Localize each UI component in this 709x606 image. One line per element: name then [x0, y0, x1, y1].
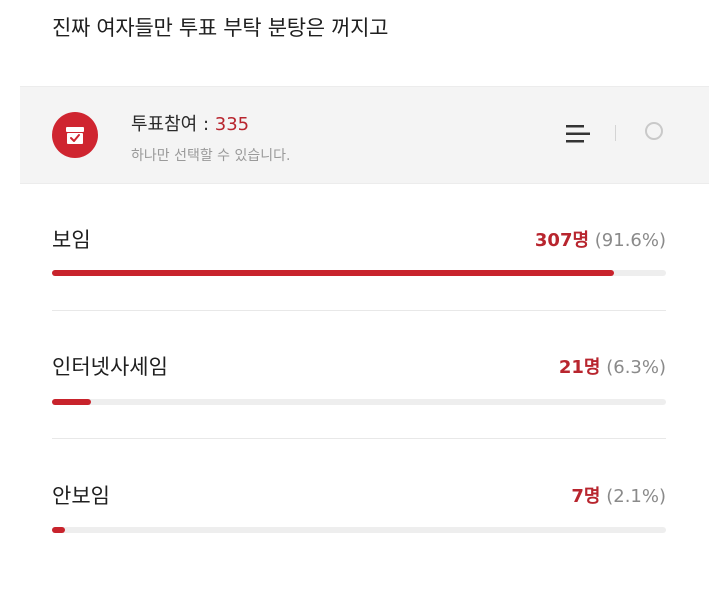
- option-result: 307명 (91.6%): [535, 226, 666, 252]
- option-result: 7명 (2.1%): [571, 482, 666, 508]
- option-votes: 21명: [558, 357, 601, 378]
- participation-label: 투표참여 :: [131, 114, 215, 135]
- option-votes: 307명: [534, 230, 590, 251]
- option-label: 보임: [52, 228, 91, 252]
- header-divider: [615, 125, 616, 141]
- option-progress-track: [52, 270, 666, 276]
- option-percent: (6.3%): [606, 357, 666, 378]
- option-divider: [52, 438, 666, 439]
- ballot-box-icon: [52, 112, 98, 158]
- radio-circle-icon[interactable]: [645, 122, 663, 140]
- poll-header: 투표참여 : 335 하나만 선택할 수 있습니다.: [20, 86, 709, 184]
- selection-hint: 하나만 선택할 수 있습니다.: [131, 148, 291, 164]
- option-label: 안보임: [52, 484, 110, 508]
- option-result: 21명 (6.3%): [559, 353, 666, 379]
- option-divider: [52, 310, 666, 311]
- option-progress-fill: [52, 399, 91, 405]
- post-title: 진짜 여자들만 투표 부탁 분탕은 꺼지고: [52, 16, 389, 40]
- option-votes: 7명: [571, 486, 601, 507]
- option-progress-track: [52, 399, 666, 405]
- sort-lines-icon[interactable]: [566, 124, 592, 144]
- option-percent: (91.6%): [594, 230, 666, 251]
- participation-count: 투표참여 : 335: [131, 110, 249, 136]
- option-progress-fill: [52, 270, 615, 276]
- option-percent: (2.1%): [606, 486, 666, 507]
- option-progress-fill: [52, 527, 65, 533]
- option-label: 인터넷사세임: [52, 355, 168, 379]
- poll-page: 진짜 여자들만 투표 부탁 분탕은 꺼지고 투표참여 : 335 하나만 선택할…: [0, 0, 709, 606]
- option-progress-track: [52, 527, 666, 533]
- participation-number: 335: [214, 114, 250, 135]
